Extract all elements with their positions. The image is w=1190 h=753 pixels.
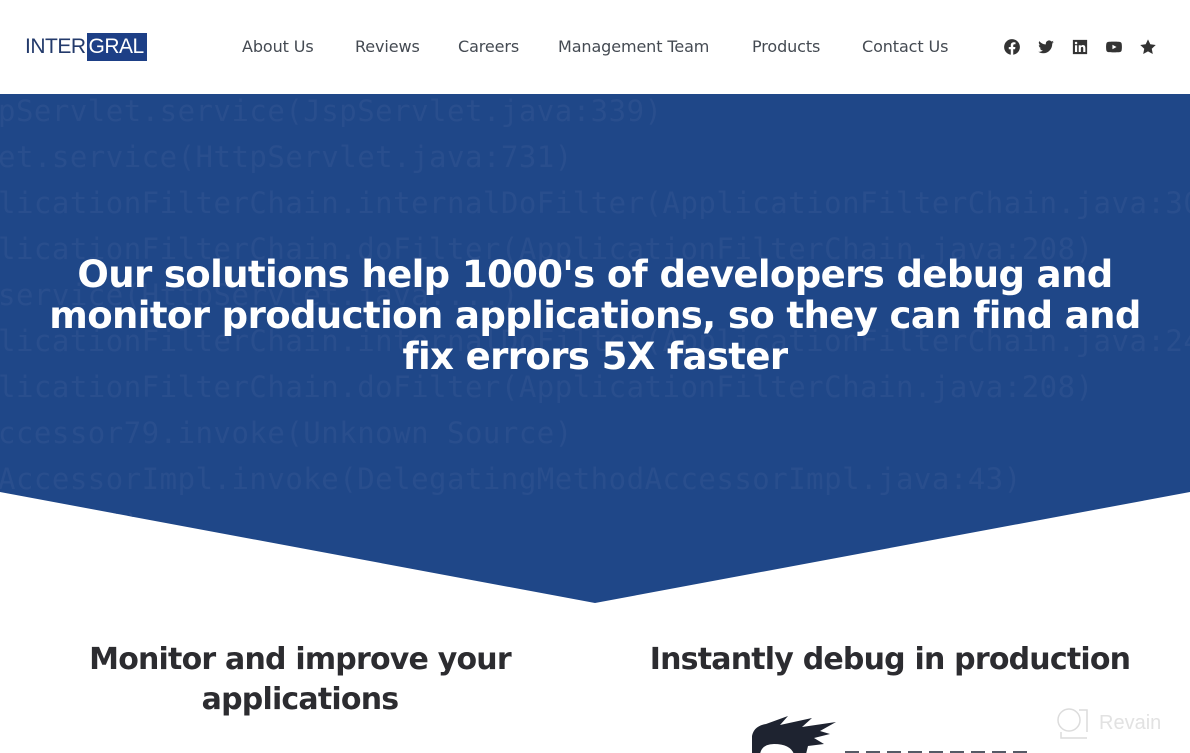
code-line: ccessor79.invoke(Unknown Source) (0, 416, 573, 450)
intergral-logo[interactable]: INTER GRAL (25, 33, 147, 61)
hero-headline-line: Our solutions help 1000's of developers … (77, 253, 1113, 296)
hero-banner: pServlet.service(JspServlet.java:339) et… (0, 94, 1190, 604)
feature-title-debug: Instantly debug in production (649, 642, 1131, 677)
feature-title-line: applications (201, 682, 399, 717)
star-icon[interactable] (1139, 38, 1157, 56)
revain-label: Revain (1099, 711, 1162, 734)
debug-mascot-logo (750, 714, 1040, 753)
nav-careers[interactable]: Careers (458, 36, 519, 58)
nav-about-us[interactable]: About Us (242, 36, 314, 58)
code-line: terChain.doFilter( (0, 554, 322, 588)
site-header: INTER GRAL About Us Reviews Careers Mana… (0, 0, 1190, 94)
hero-headline-line: monitor production applications, so they… (49, 294, 1141, 337)
logo-text-inter: INTER (25, 35, 86, 58)
code-line: AccessorImpl.invoke(DelegatingMethodAcce… (0, 462, 1022, 496)
code-line: pServlet.service(JspServlet.java:339) (0, 94, 663, 128)
code-line: et.service(HttpServlet.java:731) (0, 140, 573, 174)
code-line: licationFilterChain.internalDoFilter(App… (0, 186, 1190, 220)
nav-management-team[interactable]: Management Team (558, 36, 709, 58)
nav-products[interactable]: Products (752, 36, 820, 58)
youtube-icon[interactable] (1105, 38, 1123, 56)
code-line: ava:498) (0, 508, 142, 542)
hero-headline: Our solutions help 1000's of developers … (0, 254, 1190, 377)
logo-text-gral: GRAL (86, 33, 147, 61)
facebook-icon[interactable] (1003, 38, 1021, 56)
feature-title-line: Monitor and improve your (89, 642, 512, 677)
twitter-icon[interactable] (1037, 38, 1055, 56)
revain-watermark: Revain (1055, 705, 1161, 741)
nav-contact-us[interactable]: Contact Us (862, 36, 948, 58)
nav-reviews[interactable]: Reviews (355, 36, 420, 58)
hero-headline-line: fix errors 5X faster (402, 335, 789, 378)
revain-logo-icon (1057, 708, 1088, 739)
feature-title-monitor: Monitor and improve your applications (60, 640, 540, 720)
spiky-hair-mascot-icon (752, 716, 1027, 753)
linkedin-icon[interactable] (1071, 38, 1089, 56)
